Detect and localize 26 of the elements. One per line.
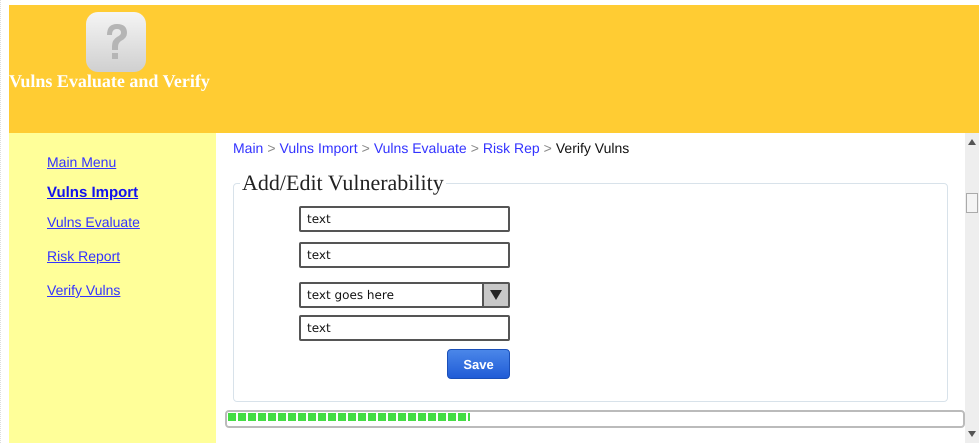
breadcrumb-separator: > — [362, 140, 370, 156]
text-field[interactable]: text — [299, 206, 510, 232]
breadcrumb-link[interactable]: Vulns Import — [280, 140, 358, 156]
breadcrumb-link[interactable]: Vulns Evaluate — [374, 140, 467, 156]
text-field[interactable]: text — [299, 315, 510, 341]
save-button[interactable]: Save — [447, 349, 510, 379]
breadcrumb-link[interactable]: Main — [233, 140, 264, 156]
breadcrumb-current: Verify Vulns — [556, 140, 630, 156]
dropdown[interactable]: text goes here — [299, 282, 510, 308]
breadcrumb-separator: > — [544, 140, 552, 156]
form-title: Add/Edit Vulnerability — [241, 170, 445, 196]
sidebar-link[interactable]: Main Menu — [47, 153, 116, 172]
text-field[interactable]: text — [299, 242, 510, 268]
site-title: Vulns Evaluate and Verify — [9, 71, 210, 92]
scroll-down-icon[interactable] — [968, 431, 976, 437]
sidebar-link[interactable]: Verify Vulns — [47, 281, 120, 300]
question-mark-icon — [85, 11, 147, 73]
sidebar-link[interactable]: Vulns Evaluate — [47, 213, 140, 232]
sidebar-link[interactable]: Vulns Import — [47, 183, 138, 202]
scroll-up-icon[interactable] — [968, 139, 976, 145]
sidebar-link[interactable]: Risk Report — [47, 247, 120, 266]
breadcrumb-separator: > — [470, 140, 479, 156]
scroll-thumb[interactable] — [966, 193, 978, 213]
breadcrumb-link[interactable]: Risk Rep — [482, 140, 540, 156]
scrollbar[interactable] — [965, 133, 979, 443]
breadcrumb-separator: > — [267, 140, 276, 156]
